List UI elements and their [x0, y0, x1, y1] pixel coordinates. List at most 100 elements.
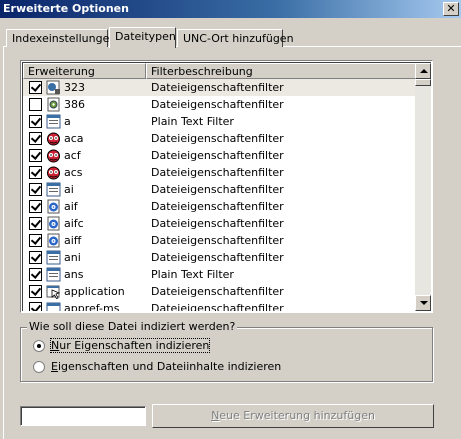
table-row[interactable]: aiff Dateieigenschaftenfilter — [23, 232, 417, 249]
tab-label: UNC-Ort hinzufügen — [183, 32, 294, 45]
row-checkbox[interactable] — [29, 217, 42, 230]
agent-character-icon — [46, 148, 61, 163]
row-extension: ans — [64, 268, 84, 281]
row-extension: aiff — [64, 234, 82, 247]
row-extension: a — [64, 115, 71, 128]
row-filter-description: Dateieigenschaftenfilter — [151, 285, 284, 298]
scroll-down-button[interactable] — [415, 295, 431, 311]
system-file-icon — [46, 182, 61, 197]
arrow-down-icon — [420, 301, 428, 305]
new-extension-input[interactable] — [20, 406, 146, 426]
row-extension: aif — [64, 200, 78, 213]
row-checkbox[interactable] — [29, 251, 42, 264]
table-row[interactable]: aifc Dateieigenschaftenfilter — [23, 215, 417, 232]
row-checkbox[interactable] — [29, 268, 42, 281]
row-checkbox[interactable] — [29, 183, 42, 196]
row-checkbox[interactable] — [29, 166, 42, 179]
table-row[interactable]: ans Plain Text Filter — [23, 266, 417, 283]
list-rows: 323 Dateieigenschaftenfilter 386 Dateieigen… — [23, 79, 417, 311]
table-row[interactable]: aca Dateieigenschaftenfilter — [23, 130, 417, 147]
system-file-icon — [46, 250, 61, 265]
radio-label-properties-and-content[interactable]: Eigenschaften und Dateiinhalte indiziere… — [51, 360, 281, 373]
vertical-scrollbar[interactable] — [415, 63, 431, 311]
row-checkbox[interactable] — [29, 302, 42, 311]
row-filter-description: Dateieigenschaftenfilter — [151, 132, 284, 145]
row-filter-description: Dateieigenschaftenfilter — [151, 251, 284, 264]
row-checkbox[interactable] — [29, 132, 42, 145]
audio-file-icon — [46, 216, 61, 231]
table-row[interactable]: acf Dateieigenschaftenfilter — [23, 147, 417, 164]
arrow-up-icon — [420, 69, 428, 73]
tab-dateitypen[interactable]: Dateitypen — [109, 27, 176, 48]
blank-window-icon — [46, 301, 61, 311]
table-row[interactable]: ani Dateieigenschaftenfilter — [23, 249, 417, 266]
scroll-up-button[interactable] — [415, 63, 431, 79]
row-extension: appref-ms — [64, 302, 120, 311]
row-checkbox[interactable] — [29, 200, 42, 213]
row-checkbox[interactable] — [29, 149, 42, 162]
close-icon: ✕ — [446, 2, 456, 15]
column-label: Filterbeschreibung — [151, 65, 253, 78]
tab-unc-ort[interactable]: UNC-Ort hinzufügen — [177, 29, 294, 47]
tab-label: Dateitypen — [115, 30, 176, 43]
row-checkbox[interactable] — [29, 98, 42, 111]
audio-file-icon — [46, 199, 61, 214]
table-row[interactable]: 323 Dateieigenschaftenfilter — [23, 79, 417, 96]
title-bar: Erweiterte Optionen ✕ — [0, 0, 461, 18]
row-extension: ai — [64, 183, 74, 196]
radio-properties-and-content[interactable] — [33, 361, 45, 373]
audio-file-icon — [46, 233, 61, 248]
row-extension: aifc — [64, 217, 84, 230]
gear-doc-icon — [46, 97, 61, 112]
radio-properties-only[interactable] — [33, 340, 45, 352]
index-method-group: Wie soll diese Datei indiziert werden? N… — [20, 320, 433, 382]
row-checkbox[interactable] — [29, 234, 42, 247]
application-file-icon — [46, 284, 61, 299]
row-checkbox[interactable] — [29, 81, 42, 94]
row-filter-description: Dateieigenschaftenfilter — [151, 149, 284, 162]
table-row[interactable]: application Dateieigenschaftenfilter — [23, 283, 417, 300]
phone-doc-icon — [46, 80, 61, 95]
button-label: eue Erweiterung hinzufügen — [219, 409, 375, 422]
row-filter-description: Dateieigenschaftenfilter — [151, 166, 284, 179]
agent-character-icon — [46, 131, 61, 146]
row-extension: 323 — [64, 81, 85, 94]
table-row[interactable]: acs Dateieigenschaftenfilter — [23, 164, 417, 181]
table-row[interactable]: ai Dateieigenschaftenfilter — [23, 181, 417, 198]
tab-indexeinstellungen[interactable]: Indexeinstellungen — [6, 29, 116, 47]
system-file-icon — [46, 114, 61, 129]
table-row[interactable]: a Plain Text Filter — [23, 113, 417, 130]
row-filter-description: Dateieigenschaftenfilter — [151, 183, 284, 196]
row-filter-description: Plain Text Filter — [151, 115, 234, 128]
row-extension: acs — [64, 166, 83, 179]
table-row[interactable]: aif Dateieigenschaftenfilter — [23, 198, 417, 215]
row-filter-description: Plain Text Filter — [151, 268, 234, 281]
column-header-filter[interactable]: Filterbeschreibung — [146, 63, 417, 79]
system-file-icon — [46, 267, 61, 282]
row-extension: aca — [64, 132, 84, 145]
row-extension: 386 — [64, 98, 85, 111]
add-extension-button[interactable]: Neue Erweiterung hinzufügen — [152, 404, 434, 428]
extension-list[interactable]: Erweiterung Filterbeschreibung 323 Dateie… — [20, 60, 433, 313]
row-filter-description: Dateieigenschaftenfilter — [151, 81, 284, 94]
mnemonic: E — [51, 360, 58, 373]
scroll-thumb[interactable] — [415, 79, 431, 86]
row-filter-description: Dateieigenschaftenfilter — [151, 234, 284, 247]
row-filter-description: Dateieigenschaftenfilter — [151, 302, 284, 311]
mnemonic: N — [51, 339, 60, 352]
table-row[interactable]: 386 Dateieigenschaftenfilter — [23, 96, 417, 113]
column-label: Erweiterung — [28, 65, 95, 78]
table-row[interactable]: appref-ms Dateieigenschaftenfilter — [23, 300, 417, 311]
label-text: igenschaften und Dateiinhalte indizieren — [57, 360, 282, 373]
row-extension: ani — [64, 251, 81, 264]
row-checkbox[interactable] — [29, 285, 42, 298]
close-button[interactable]: ✕ — [443, 2, 459, 16]
group-legend: Wie soll diese Datei indiziert werden? — [27, 320, 238, 333]
row-extension: acf — [64, 149, 81, 162]
row-checkbox[interactable] — [29, 115, 42, 128]
column-header-extension[interactable]: Erweiterung — [23, 63, 146, 79]
row-filter-description: Dateieigenschaftenfilter — [151, 98, 284, 111]
window-title: Erweiterte Optionen — [3, 2, 129, 15]
radio-label-properties-only[interactable]: Nur Eigenschaften indizieren — [49, 338, 211, 353]
agent-character-icon — [46, 165, 61, 180]
